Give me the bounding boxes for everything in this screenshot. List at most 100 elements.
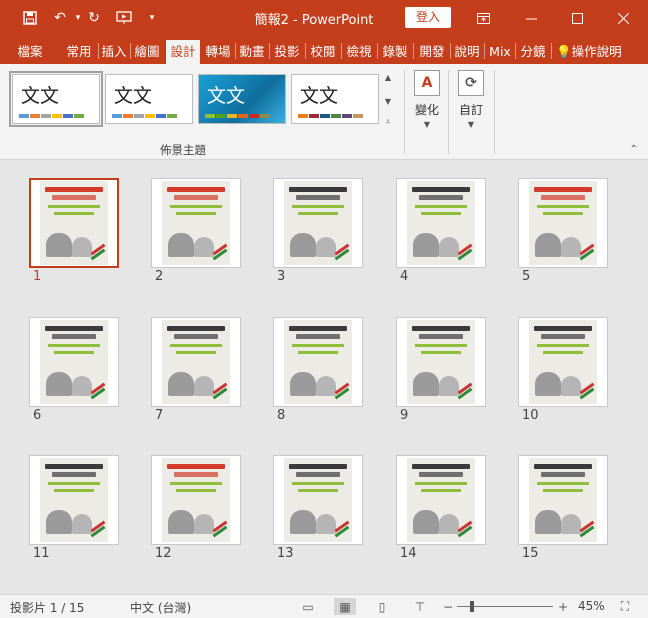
tab-transitions[interactable]: 轉場 [202,40,234,64]
slide-poster-image [284,181,352,265]
minimize-icon[interactable] [516,6,546,30]
slide-poster-image [40,320,108,404]
slide-poster-image [162,458,230,542]
theme-office[interactable]: 文文 [9,71,103,127]
variants-button[interactable]: A 變化 ▼ [406,70,448,140]
tell-me-box[interactable]: 💡操作說明 [556,40,644,64]
tab-file[interactable]: 檔案 [10,40,50,64]
slide-thumbnail[interactable] [151,178,241,268]
theme-preview-text: 文文 [207,85,246,107]
chevron-down-icon: ▼ [467,120,475,129]
gallery-down-icon[interactable]: ▼ [382,94,394,110]
slide-poster-image [529,181,597,265]
lightbulb-icon: 💡 [556,44,572,59]
slide-poster-image [407,320,475,404]
slide-number: 8 [277,408,286,423]
customize-button[interactable]: ⟳ 自訂 ▼ [450,70,492,140]
slide-thumbnail[interactable] [273,178,363,268]
slide-thumbnail[interactable] [396,178,486,268]
ribbon-display-icon[interactable] [468,6,498,30]
tab-record[interactable]: 錄製 [378,40,412,64]
slide-poster-image [529,458,597,542]
ribbon-tabs: 檔案 常用 插入 繪圖 設計 轉場 動畫 投影 校閱 檢視 錄製 開發 說明 M… [0,36,648,64]
slide-poster-image [162,320,230,404]
slide-number: 12 [155,546,172,561]
customize-qat-icon[interactable]: ▾ [142,8,162,28]
tab-review[interactable]: 校閱 [306,40,340,64]
slide-poster-image [284,320,352,404]
slide-number: 2 [155,269,164,284]
slide-poster-image [529,320,597,404]
theme-preview-text: 文文 [114,85,153,107]
slide-poster-image [40,181,108,265]
tab-help[interactable]: 說明 [451,40,483,64]
status-bar: 投影片 1 / 15 中文 (台灣) ▭ ▦ ▯ ⊤ − + 45% ⛶ [0,594,648,618]
reading-view-icon[interactable]: ▯ [371,598,393,615]
slide-poster-image [40,458,108,542]
save-icon[interactable] [20,8,40,28]
slide-thumbnail[interactable] [396,317,486,407]
gallery-up-icon[interactable]: ▲ [382,70,394,86]
slide-thumbnail[interactable] [273,317,363,407]
slide-poster-image [284,458,352,542]
title-bar: ↶ ▾ ↻ ▾ 簡報2 - PowerPoint 登入 [0,0,648,36]
slideshow-view-icon[interactable]: ⊤ [409,598,431,615]
language-indicator[interactable]: 中文 (台灣) [130,599,191,616]
slide-counter: 投影片 1 / 15 [10,601,85,615]
zoom-in-icon[interactable]: + [552,598,574,615]
slide-poster-image [407,181,475,265]
slide-thumbnail[interactable] [396,455,486,545]
normal-view-icon[interactable]: ▭ [297,598,319,615]
slide-thumbnail[interactable] [518,317,608,407]
tab-view[interactable]: 檢視 [342,40,376,64]
theme-integral[interactable]: 文文 [291,74,379,124]
tab-draw[interactable]: 繪圖 [131,40,163,64]
slide-thumbnail[interactable] [518,455,608,545]
redo-icon[interactable]: ↻ [84,8,104,28]
theme-office-2[interactable]: 文文 [105,74,193,124]
present-icon[interactable] [114,8,134,28]
theme-facet[interactable]: 文文 [198,74,286,124]
tab-developer[interactable]: 開發 [414,40,450,64]
tell-me-label: 操作說明 [571,44,622,59]
slide-thumbnail[interactable] [29,455,119,545]
slide-sorter: 1 2 3 4 5 6 7 8 9 10 11 12 13 14 15 [0,161,648,594]
slide-number: 1 [33,269,42,284]
slide-number: 4 [400,269,409,284]
slide-number: 5 [522,269,531,284]
gallery-more-icon[interactable]: ⩡ [382,114,394,130]
ribbon-design: 文文 文文 文文 文文 ▲ ▼ ⩡ 佈景主題 A 變化 ▼ ⟳ 自訂 ▼ ⌃ [0,64,648,160]
chevron-down-icon: ▼ [423,120,431,129]
slide-number: 10 [522,408,539,423]
slide-thumbnail[interactable] [151,317,241,407]
tab-slideshow[interactable]: 投影 [270,40,304,64]
tab-animations[interactable]: 動畫 [236,40,268,64]
collapse-ribbon-icon[interactable]: ⌃ [630,144,638,155]
tab-home[interactable]: 常用 [60,40,98,64]
tab-mix[interactable]: Mix [485,40,515,64]
variants-label: 變化 [414,103,439,117]
slide-number: 7 [155,408,164,423]
slide-thumbnail[interactable] [151,455,241,545]
slide-thumbnail[interactable] [29,317,119,407]
fit-to-window-icon[interactable]: ⛶ [614,598,636,615]
tab-storyboard[interactable]: 分鏡 [516,40,550,64]
slide-thumbnail[interactable] [518,178,608,268]
zoom-level[interactable]: 45% [578,599,605,613]
tab-design[interactable]: 設計 [166,40,200,64]
theme-preview-text: 文文 [300,85,339,107]
zoom-slider-thumb[interactable] [470,601,474,612]
slide-number: 14 [400,546,417,561]
themes-group-label: 佈景主題 [160,143,206,157]
slide-sorter-view-icon[interactable]: ▦ [334,598,356,615]
login-button[interactable]: 登入 [405,7,451,28]
customize-icon: ⟳ [458,70,484,96]
tab-insert[interactable]: 插入 [99,40,129,64]
undo-icon[interactable]: ↶ [50,8,70,28]
slide-number: 3 [277,269,286,284]
zoom-out-icon[interactable]: − [437,598,459,615]
maximize-icon[interactable] [562,6,592,30]
slide-thumbnail[interactable] [29,178,119,268]
slide-thumbnail[interactable] [273,455,363,545]
close-icon[interactable] [608,6,638,30]
